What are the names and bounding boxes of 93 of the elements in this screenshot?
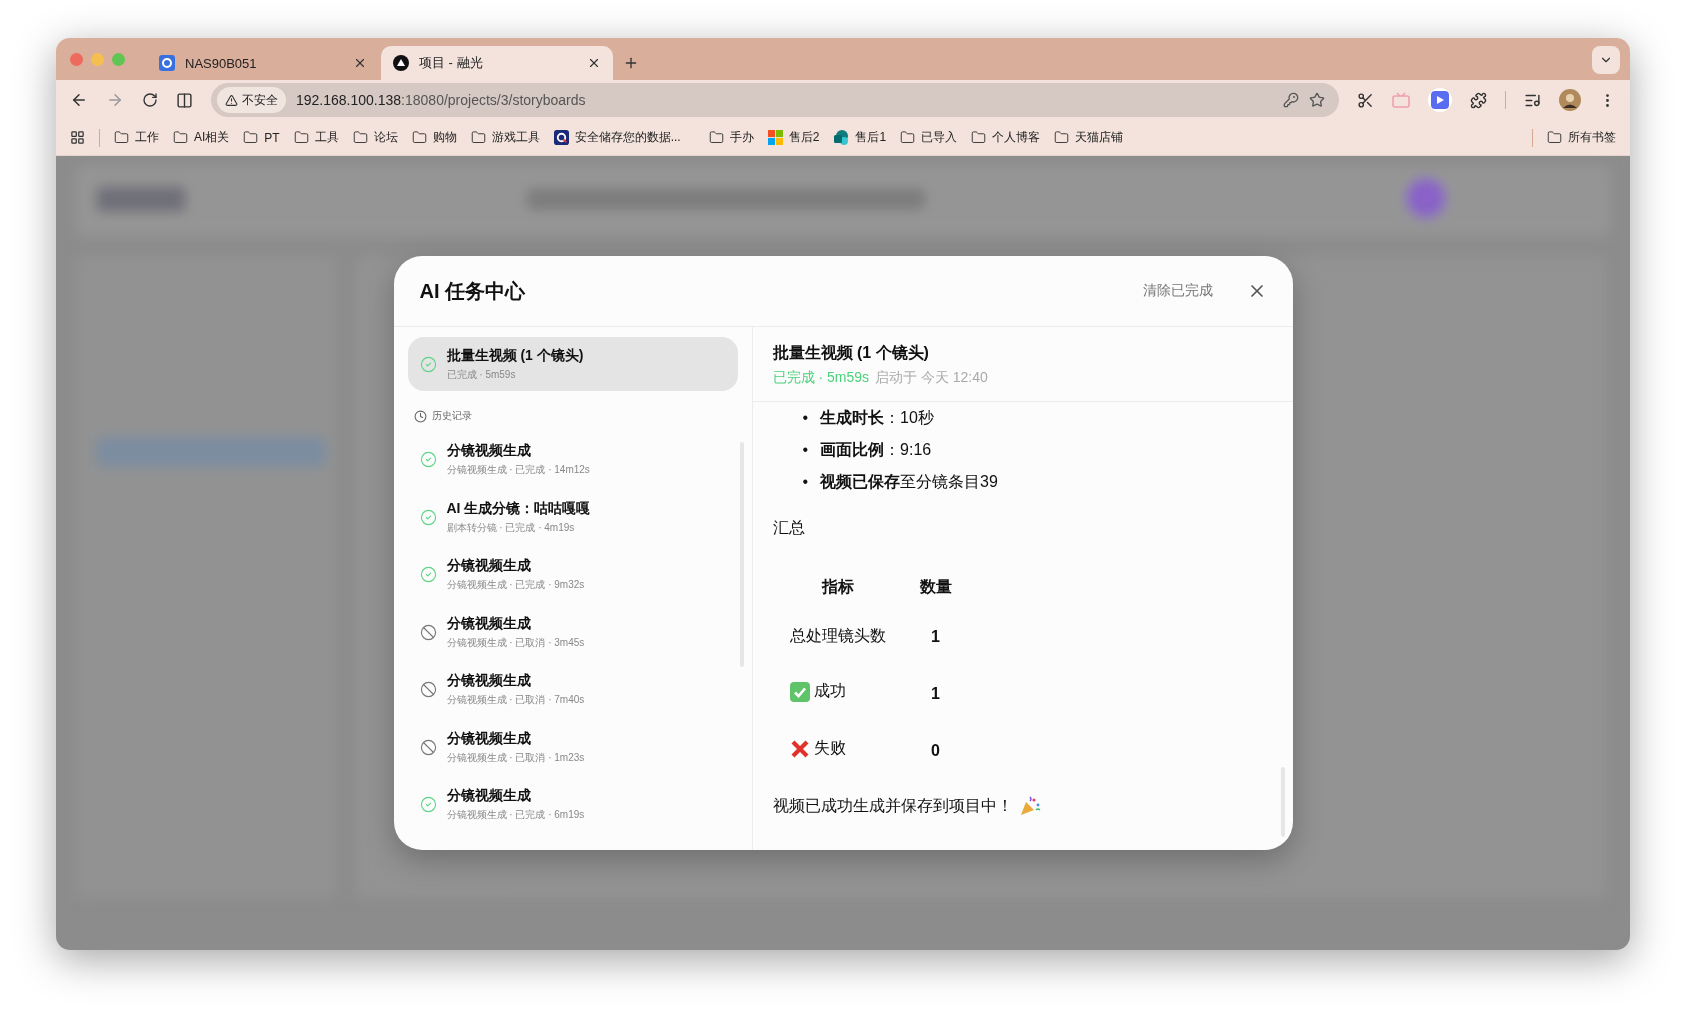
avatar-icon[interactable]	[1559, 89, 1581, 111]
star-icon[interactable]	[1309, 92, 1325, 108]
browser-tab[interactable]: 项目 - 融光	[381, 46, 613, 80]
history-label: 历史记录	[431, 409, 472, 423]
column-header: 指标	[820, 576, 855, 597]
scissors-icon[interactable]	[1357, 91, 1374, 109]
bookmark[interactable]: AI相关	[173, 129, 230, 146]
bookmark[interactable]: 论坛	[352, 129, 398, 146]
clock-icon	[413, 409, 427, 423]
summary-heading: 汇总	[772, 518, 806, 538]
result-item: 视频已保存至分镜条目39	[820, 472, 998, 492]
task-item[interactable]: 分镜视频生成 分镜视频生成 · 已完成 · 9m32s	[407, 546, 738, 604]
folder-icon	[971, 130, 987, 145]
bookmark[interactable]: 购物	[411, 129, 457, 146]
folder-icon	[1054, 130, 1070, 145]
share-icon	[833, 129, 850, 146]
folder-icon	[708, 130, 724, 145]
cancelled-icon	[419, 623, 437, 641]
folder-icon	[243, 130, 259, 145]
result-item: 生成时长：10秒	[820, 408, 934, 428]
task-item[interactable]: 分镜视频生成 分镜视频生成 · 已取消 · 3m45s	[407, 603, 738, 661]
folder-icon	[411, 130, 427, 145]
table-cell-text: 1	[930, 683, 941, 704]
task-item[interactable]: 分镜视频生成 分镜视频生成 · 已完成 · 14m12s	[407, 431, 738, 489]
folder-icon	[173, 130, 188, 145]
table-cell-text: 成功	[813, 681, 846, 702]
table-cell-text: 失败	[813, 738, 846, 759]
bookmark[interactable]: 工具	[293, 129, 339, 146]
task-item[interactable]: 分镜视频生成 分镜视频生成 · 已取消 · 7m40s	[407, 661, 738, 719]
bookmark[interactable]: 个人博客	[971, 129, 1041, 146]
bookmark[interactable]: 工作	[114, 129, 159, 146]
bookmark[interactable]: 安全储存您的数据...	[553, 129, 681, 146]
cancelled-icon	[419, 738, 437, 756]
table-cell-text: 1	[930, 626, 941, 647]
column-header: 数量	[918, 576, 953, 597]
warning-icon	[225, 93, 238, 107]
bookmark[interactable]: 游戏工具	[470, 129, 540, 146]
task-title: 批量生视频 (1 个镜头)	[772, 343, 930, 363]
close-icon[interactable]	[587, 56, 601, 70]
bookmark[interactable]: 售后1	[833, 129, 887, 146]
security-chip[interactable]: 不安全	[217, 87, 286, 113]
clear-completed-button[interactable]: 清除已完成	[1138, 278, 1217, 304]
check-mark-icon	[789, 681, 810, 702]
bookmark[interactable]: 天猫店铺	[1054, 129, 1124, 146]
task-item[interactable]: 批量生视频 (1 个镜头) 已完成 · 5m59s	[407, 337, 738, 391]
folder-icon	[352, 130, 368, 145]
task-item[interactable]: 分镜视频生成 分镜视频生成 · 已完成 · 6m19s	[407, 776, 738, 834]
tiles-icon	[767, 130, 783, 145]
apps-icon[interactable]	[70, 130, 85, 145]
url-text: 192.168.100.138:18080/projects/3/storyboards	[296, 92, 587, 108]
folder-icon	[1547, 130, 1562, 145]
back-icon[interactable]	[70, 91, 88, 109]
closing-message: 视频已成功生成并保存到项目中！	[772, 795, 1013, 816]
check-circle-icon	[419, 566, 437, 584]
table-cell-text: 0	[930, 740, 941, 761]
check-circle-icon	[419, 355, 437, 373]
bookmark[interactable]: PT	[243, 130, 280, 145]
split-view-icon[interactable]	[176, 91, 193, 109]
bookmark[interactable]: 已导入	[900, 129, 958, 146]
puzzle-icon[interactable]	[1470, 91, 1487, 109]
task-item[interactable]: AI 生成分镜：咕咕嘎嘎 剧本转分镜 · 已完成 · 4m19s	[407, 488, 738, 546]
close-icon[interactable]	[353, 56, 367, 70]
cross-icon	[789, 738, 810, 759]
party-popper-icon	[1018, 795, 1041, 817]
check-circle-icon	[419, 796, 437, 814]
folder-icon	[470, 130, 486, 145]
bookmark[interactable]: 所有书签	[1547, 129, 1616, 146]
task-item[interactable]: 分镜视频生成 分镜视频生成 · 已取消 · 1m23s	[407, 718, 738, 776]
folder-icon	[114, 130, 129, 145]
triangle-logo-icon	[393, 55, 409, 71]
result-item: 画面比例：9:16	[820, 440, 932, 460]
task-status: 已完成 · 5m59s	[772, 369, 869, 387]
check-circle-icon	[419, 451, 437, 469]
bullet-marker: •	[802, 408, 809, 428]
table-cell-text: 总处理镜头数	[789, 626, 886, 646]
browser-tab[interactable]: NAS90B051	[147, 46, 379, 80]
folder-icon	[293, 130, 309, 145]
key-icon[interactable]	[1283, 92, 1299, 108]
bookmark[interactable]: 手办	[708, 129, 754, 146]
start-time: 启动于 今天 12:40	[874, 369, 988, 387]
app-icon	[159, 55, 175, 71]
folder-icon	[900, 130, 916, 145]
plus-icon[interactable]	[623, 55, 639, 71]
bullet-marker: •	[802, 440, 809, 460]
dialog-title: AI 任务中心	[419, 278, 527, 304]
bullet-marker: •	[802, 472, 809, 492]
site-icon	[553, 130, 569, 145]
check-circle-icon	[419, 508, 437, 526]
address-bar[interactable]: 不安全 192.168.100.138:18080/projects/3/storyboards	[211, 83, 1339, 117]
bookmark[interactable]: 售后2	[767, 129, 820, 146]
cancelled-icon	[419, 681, 437, 699]
extension-icon[interactable]	[1428, 88, 1452, 112]
reload-icon[interactable]	[142, 92, 158, 108]
